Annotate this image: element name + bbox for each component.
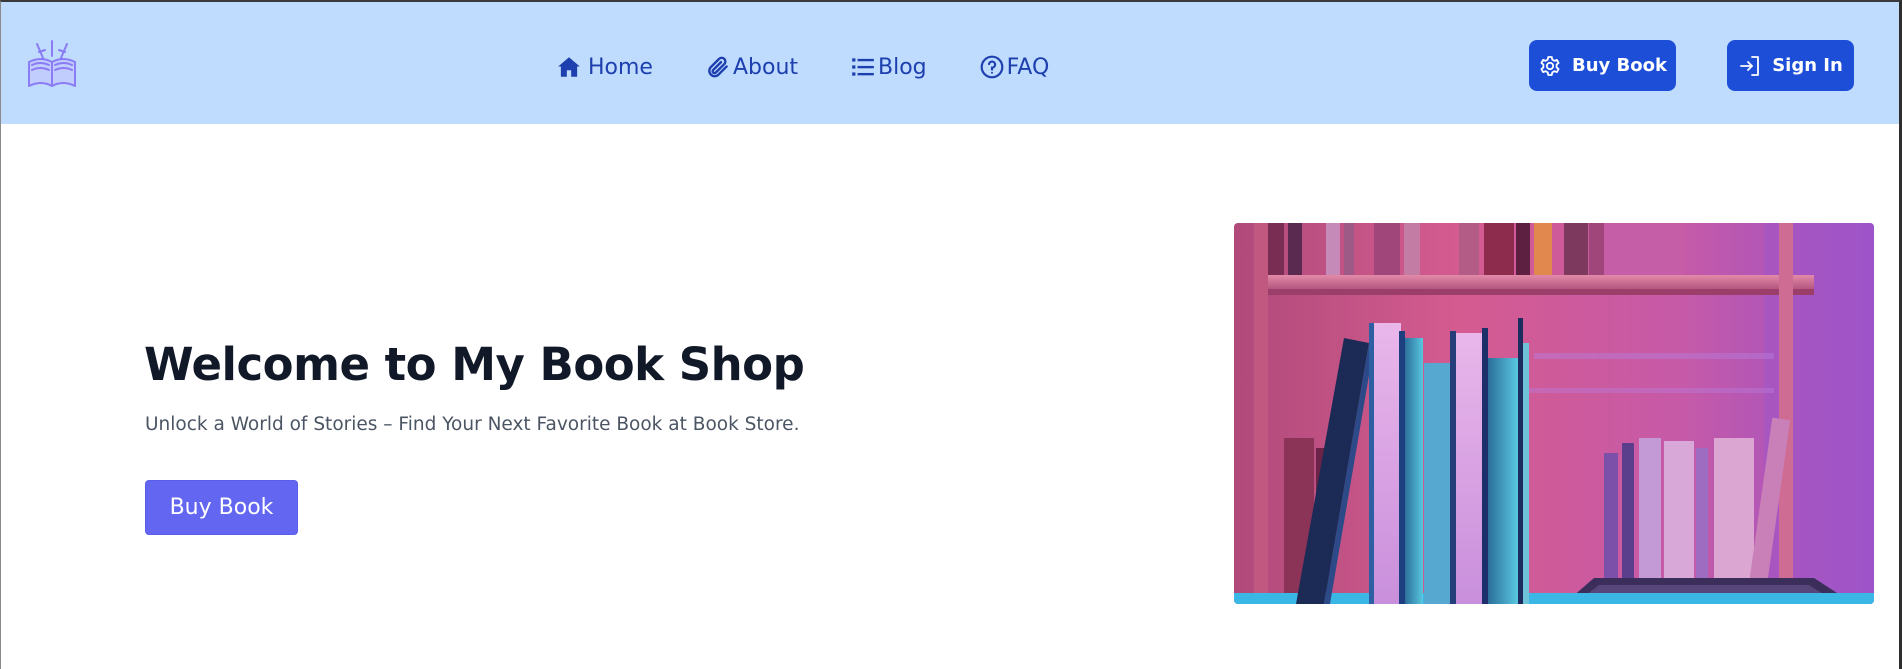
navbar: Home About Blog FAQ Buy Book Sign In xyxy=(1,2,1899,124)
hero-subtitle: Unlock a World of Stories – Find Your Ne… xyxy=(145,414,800,435)
nav-link-label: Blog xyxy=(878,54,927,80)
nav-link-label: About xyxy=(732,54,799,80)
buy-book-button-label: Buy Book xyxy=(1572,55,1667,76)
hero-title: Welcome to My Book Shop xyxy=(144,338,805,391)
nav-link-about[interactable]: About xyxy=(705,54,798,80)
buy-book-button[interactable]: Buy Book xyxy=(1529,40,1676,91)
nav-link-label: Home xyxy=(588,54,653,80)
gear-icon xyxy=(1540,55,1560,76)
list-icon xyxy=(852,58,874,76)
main-nav: Home About Blog FAQ xyxy=(556,46,1101,88)
nav-link-blog[interactable]: Blog xyxy=(850,54,927,80)
nav-link-label: FAQ xyxy=(1006,54,1050,80)
nav-link-home[interactable]: Home xyxy=(556,54,653,80)
question-circle-icon xyxy=(980,55,1004,79)
hero-buy-book-button[interactable]: Buy Book xyxy=(145,480,298,535)
sign-in-button[interactable]: Sign In xyxy=(1727,40,1854,91)
bookshelf-photo xyxy=(1234,223,1874,604)
hero-buy-book-label: Buy Book xyxy=(169,495,274,520)
sign-in-icon xyxy=(1740,55,1760,76)
sign-in-button-label: Sign In xyxy=(1772,55,1843,76)
open-book-logo-icon[interactable] xyxy=(25,38,79,92)
paperclip-icon xyxy=(708,56,728,78)
nav-link-faq[interactable]: FAQ xyxy=(979,54,1050,80)
home-icon xyxy=(558,57,580,77)
